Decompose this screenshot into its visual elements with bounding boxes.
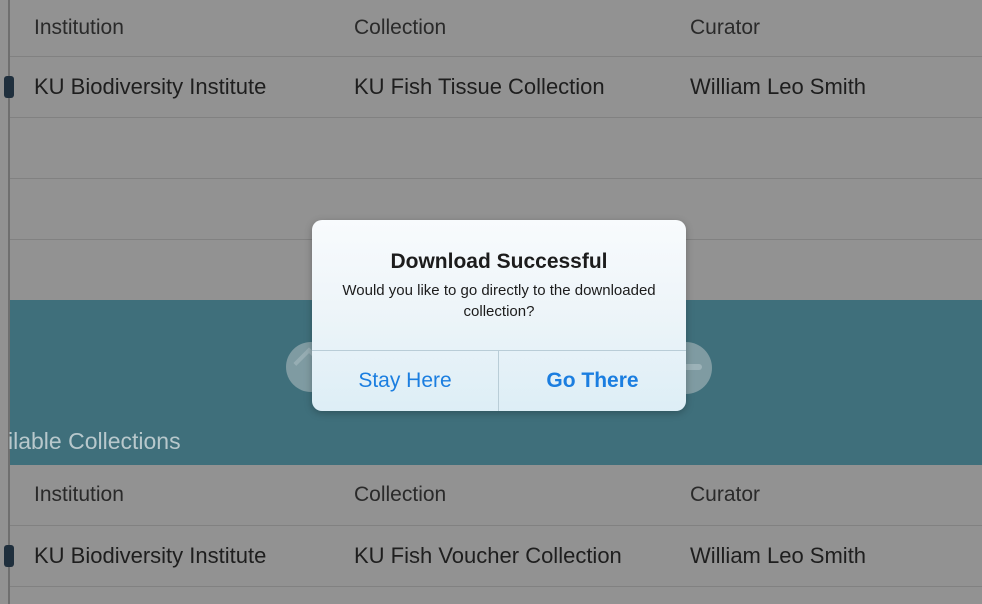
header-institution: Institution <box>34 483 124 506</box>
stay-here-button[interactable]: Stay Here <box>312 351 498 411</box>
app-screen: Institution Collection Curator KU Biodiv… <box>0 0 982 604</box>
row-institution: KU Biodiversity Institute <box>34 74 267 99</box>
download-success-dialog: Download Successful Would you like to go… <box>312 220 686 411</box>
header-collection: Collection <box>354 483 447 506</box>
row-institution: KU Biodiversity Institute <box>34 543 267 568</box>
available-collections-title: ilable Collections <box>8 428 181 454</box>
row-curator: William Leo Smith <box>690 74 867 99</box>
available-table-header: Institution Collection Curator <box>10 465 982 526</box>
row-collection: KU Fish Voucher Collection <box>354 543 622 568</box>
downloaded-table-header: Institution Collection Curator <box>10 0 982 57</box>
row-indicator-icon <box>4 545 14 567</box>
row-indicator-icon <box>4 76 14 98</box>
table-row[interactable]: KU Biodiversity Institute KU Fish Tissue… <box>4 57 982 118</box>
header-curator: Curator <box>690 483 761 506</box>
empty-row <box>10 118 982 179</box>
header-curator: Curator <box>690 16 761 39</box>
row-collection: KU Fish Tissue Collection <box>354 74 605 99</box>
header-institution: Institution <box>34 16 124 39</box>
table-row[interactable]: KU Biodiversity Institute KU Fish Vouche… <box>4 526 982 587</box>
header-collection: Collection <box>354 16 447 39</box>
dialog-title: Download Successful <box>390 250 608 273</box>
row-curator: William Leo Smith <box>690 543 867 568</box>
go-there-button[interactable]: Go There <box>499 351 686 411</box>
dialog-message: Would you like to go directly to the dow… <box>342 282 656 320</box>
